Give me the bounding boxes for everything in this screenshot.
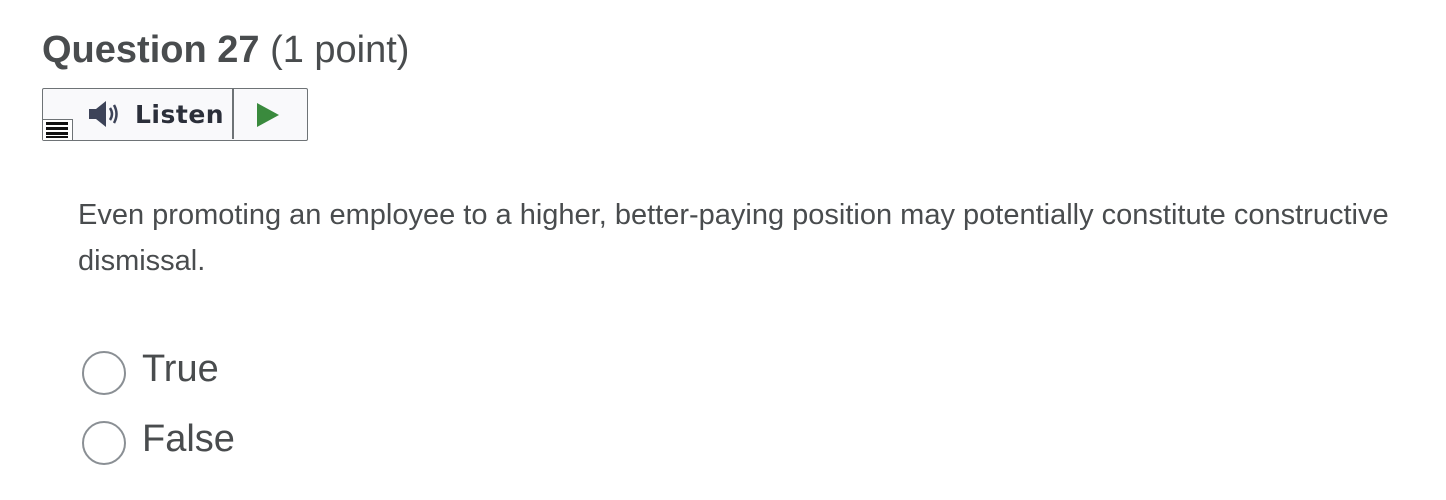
option-false[interactable]: False <box>82 408 235 478</box>
speaker-icon <box>89 101 118 127</box>
question-points: (1 point) <box>270 29 410 71</box>
play-icon <box>257 103 279 127</box>
play-button[interactable] <box>255 102 285 128</box>
listen-button[interactable]: Listen <box>87 89 231 139</box>
question-header: Question 27 (1 point) <box>42 26 409 74</box>
radio-false[interactable] <box>82 421 126 465</box>
option-label-false: False <box>142 417 235 460</box>
radio-true[interactable] <box>82 351 126 395</box>
toolbar-menu-button[interactable] <box>43 119 73 140</box>
option-true[interactable]: True <box>82 338 235 408</box>
listen-label: Listen <box>135 99 225 129</box>
answer-options: True False <box>82 338 235 478</box>
listen-toolbar: Listen <box>42 88 308 141</box>
menu-icon <box>46 122 68 138</box>
question-title: Question 27 <box>42 29 260 71</box>
option-label-true: True <box>142 347 219 390</box>
question-text: Even promoting an employee to a higher, … <box>78 199 1389 277</box>
toolbar-divider <box>232 89 234 139</box>
